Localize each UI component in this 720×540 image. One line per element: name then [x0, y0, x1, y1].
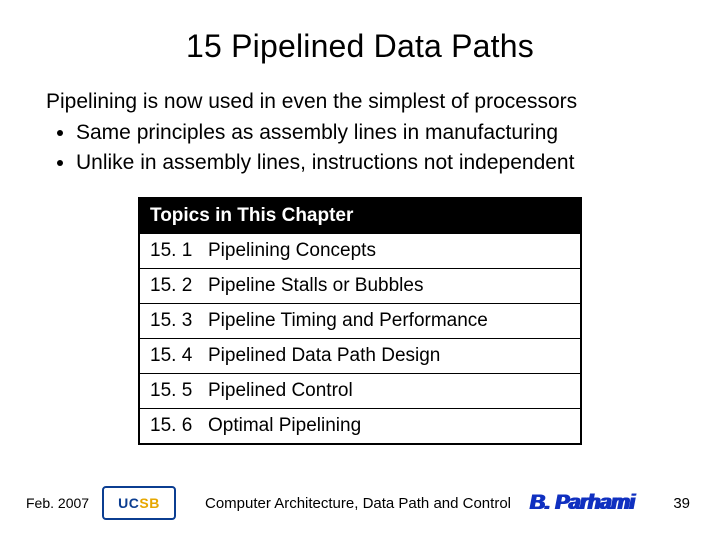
topic-title: Optimal Pipelining	[208, 415, 361, 437]
slide-title: 15 Pipelined Data Paths	[0, 0, 720, 65]
intro-block: Pipelining is now used in even the simpl…	[46, 87, 674, 177]
topic-number: 15. 4	[150, 345, 194, 367]
topics-header: Topics in This Chapter	[140, 199, 580, 233]
topic-number: 15. 5	[150, 380, 194, 402]
topics-row: 15. 3 Pipeline Timing and Performance	[140, 303, 580, 338]
logo-text-uc: UC	[118, 495, 139, 511]
intro-lead: Pipelining is now used in even the simpl…	[46, 87, 674, 116]
topic-number: 15. 2	[150, 275, 194, 297]
footer-center-text: Computer Architecture, Data Path and Con…	[176, 495, 530, 512]
intro-bullet: Unlike in assembly lines, instructions n…	[76, 148, 674, 177]
topic-number: 15. 1	[150, 240, 194, 262]
footer-page-number: 39	[650, 495, 690, 512]
logo-text-sb: SB	[139, 495, 159, 511]
topics-row: 15. 4 Pipelined Data Path Design	[140, 338, 580, 373]
slide: 15 Pipelined Data Paths Pipelining is no…	[0, 0, 720, 540]
ucsb-logo: UCSB	[102, 486, 176, 520]
topics-table: Topics in This Chapter 15. 1 Pipelining …	[138, 197, 582, 445]
topic-title: Pipelined Data Path Design	[208, 345, 440, 367]
topics-row: 15. 2 Pipeline Stalls or Bubbles	[140, 268, 580, 303]
intro-bullet-list: Same principles as assembly lines in man…	[76, 118, 674, 177]
topic-title: Pipeline Stalls or Bubbles	[208, 275, 423, 297]
topics-row: 15. 5 Pipelined Control	[140, 373, 580, 408]
topic-number: 15. 3	[150, 310, 194, 332]
slide-footer: Feb. 2007 UCSB Computer Architecture, Da…	[0, 484, 720, 522]
topic-title: Pipelined Control	[208, 380, 353, 402]
footer-author: B. Parhami	[530, 491, 650, 515]
intro-bullet: Same principles as assembly lines in man…	[76, 118, 674, 147]
topic-title: Pipelining Concepts	[208, 240, 376, 262]
topics-row: 15. 6 Optimal Pipelining	[140, 408, 580, 443]
topic-title: Pipeline Timing and Performance	[208, 310, 488, 332]
topic-number: 15. 6	[150, 415, 194, 437]
topics-row: 15. 1 Pipelining Concepts	[140, 233, 580, 268]
footer-date: Feb. 2007	[26, 495, 100, 511]
